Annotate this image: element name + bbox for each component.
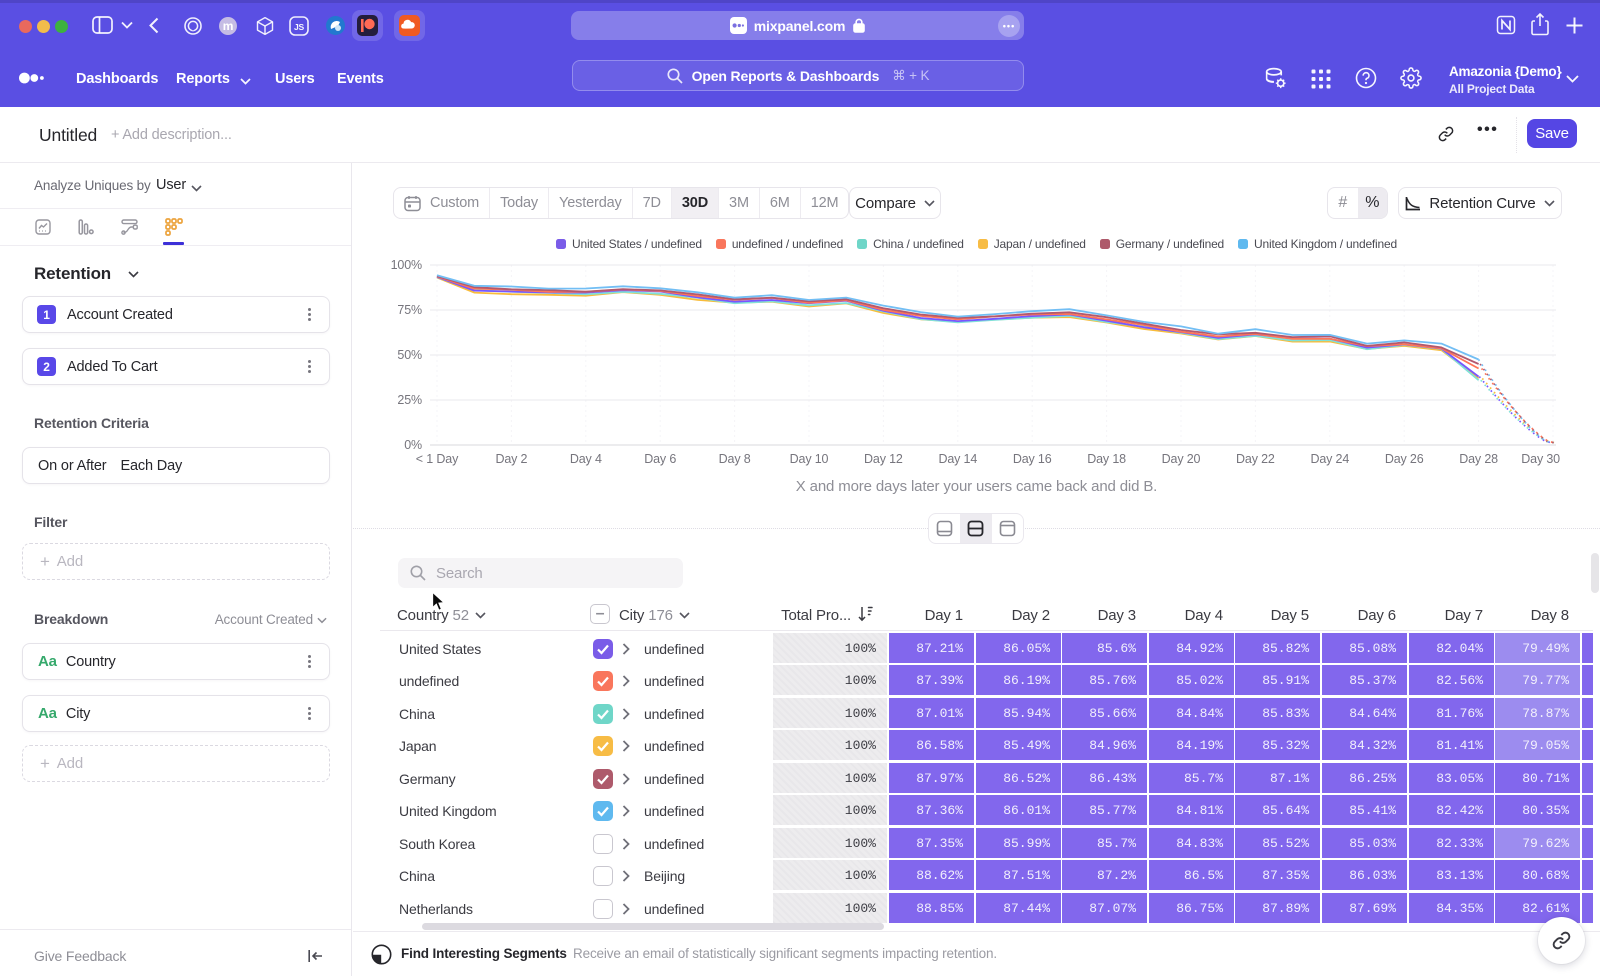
svg-text:75%: 75%	[397, 303, 422, 317]
svg-text:Day 18: Day 18	[1087, 452, 1126, 466]
svg-text:Day 30: Day 30	[1521, 452, 1560, 466]
svg-text:Day 8: Day 8	[719, 452, 751, 466]
svg-text:Day 10: Day 10	[790, 452, 829, 466]
svg-text:Day 20: Day 20	[1162, 452, 1201, 466]
svg-text:Day 16: Day 16	[1013, 452, 1052, 466]
svg-text:0%: 0%	[404, 438, 422, 452]
svg-text:Day 12: Day 12	[864, 452, 903, 466]
svg-text:Day 22: Day 22	[1236, 452, 1275, 466]
svg-text:Day 28: Day 28	[1459, 452, 1498, 466]
svg-text:Day 6: Day 6	[644, 452, 676, 466]
svg-text:Day 14: Day 14	[938, 452, 977, 466]
svg-text:Day 4: Day 4	[570, 452, 602, 466]
svg-text:< 1 Day: < 1 Day	[416, 452, 459, 466]
svg-text:JS: JS	[294, 22, 305, 32]
svg-text:Day 26: Day 26	[1385, 452, 1424, 466]
svg-text:Day 2: Day 2	[495, 452, 527, 466]
svg-text:50%: 50%	[397, 348, 422, 362]
svg-text:100%: 100%	[391, 258, 422, 272]
svg-text:25%: 25%	[397, 393, 422, 407]
svg-text:Day 24: Day 24	[1310, 452, 1349, 466]
